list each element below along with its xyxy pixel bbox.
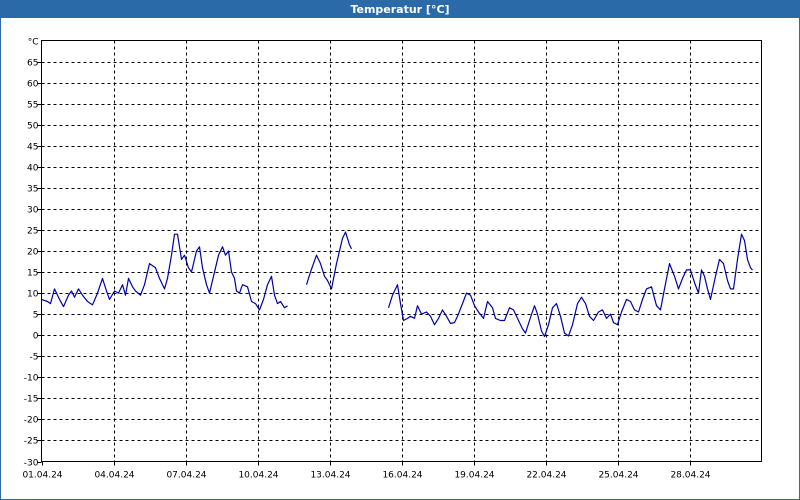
y-tick-label: 15 [27, 269, 38, 279]
y-tick-label: 40 [27, 164, 39, 174]
y-tick-label: 25 [27, 227, 38, 237]
y-tick-label: -5 [30, 353, 39, 363]
y-tick-label: 45 [27, 143, 38, 153]
x-tick-label: 28.04.24 [670, 471, 710, 481]
y-tick-label: 0 [33, 332, 39, 342]
x-tick-label: 19.04.24 [454, 471, 494, 481]
x-tick-label: 10.04.24 [238, 471, 278, 481]
y-tick-label: -20 [24, 416, 39, 426]
x-tick-label: 13.04.24 [310, 471, 350, 481]
y-tick-label: -15 [24, 395, 39, 405]
y-tick-label: 20 [27, 248, 39, 258]
x-tick-label: 04.04.24 [94, 471, 134, 481]
y-tick-label: 10 [27, 290, 39, 300]
y-tick-label: 60 [27, 80, 39, 90]
chart-window: Temperatur [°C] -30 -25 -20 -15 -10 -5 0 5 10 15 2… [0, 0, 800, 500]
temperature-line-segment [305, 231, 353, 290]
temperature-chart: -30 -25 -20 -15 -10 -5 0 5 10 15 20 25 30 35 40 45 50 55 6… [22, 38, 762, 481]
chart-grid [41, 40, 762, 462]
y-tick-label: -10 [24, 374, 39, 384]
y-axis-unit-label: °C [28, 38, 39, 48]
y-axis: -30 -25 -20 -15 -10 -5 0 5 10 15 20 25 30 35 40 45 50 55 6… [24, 38, 42, 469]
y-tick-label: -25 [24, 437, 39, 447]
temperature-line-segment [387, 233, 753, 338]
x-tick-label: 25.04.24 [598, 471, 638, 481]
x-tick-label: 16.04.24 [382, 471, 422, 481]
x-tick-label: 07.04.24 [166, 471, 206, 481]
chart-series [41, 231, 753, 338]
y-tick-label: -30 [24, 459, 39, 469]
x-axis: 01.04.24 04.04.24 07.04.24 10.04.24 13.04.24… [22, 461, 711, 481]
y-tick-label: 5 [33, 311, 39, 321]
x-tick-label: 01.04.24 [22, 471, 62, 481]
y-tick-label: 35 [27, 185, 38, 195]
y-tick-label: 30 [27, 206, 39, 216]
y-tick-label: 65 [27, 59, 38, 69]
x-tick-label: 22.04.24 [526, 471, 566, 481]
chart-title: Temperatur [°C] [1, 1, 799, 18]
y-tick-label: 50 [27, 122, 39, 132]
y-tick-label: 55 [27, 101, 38, 111]
